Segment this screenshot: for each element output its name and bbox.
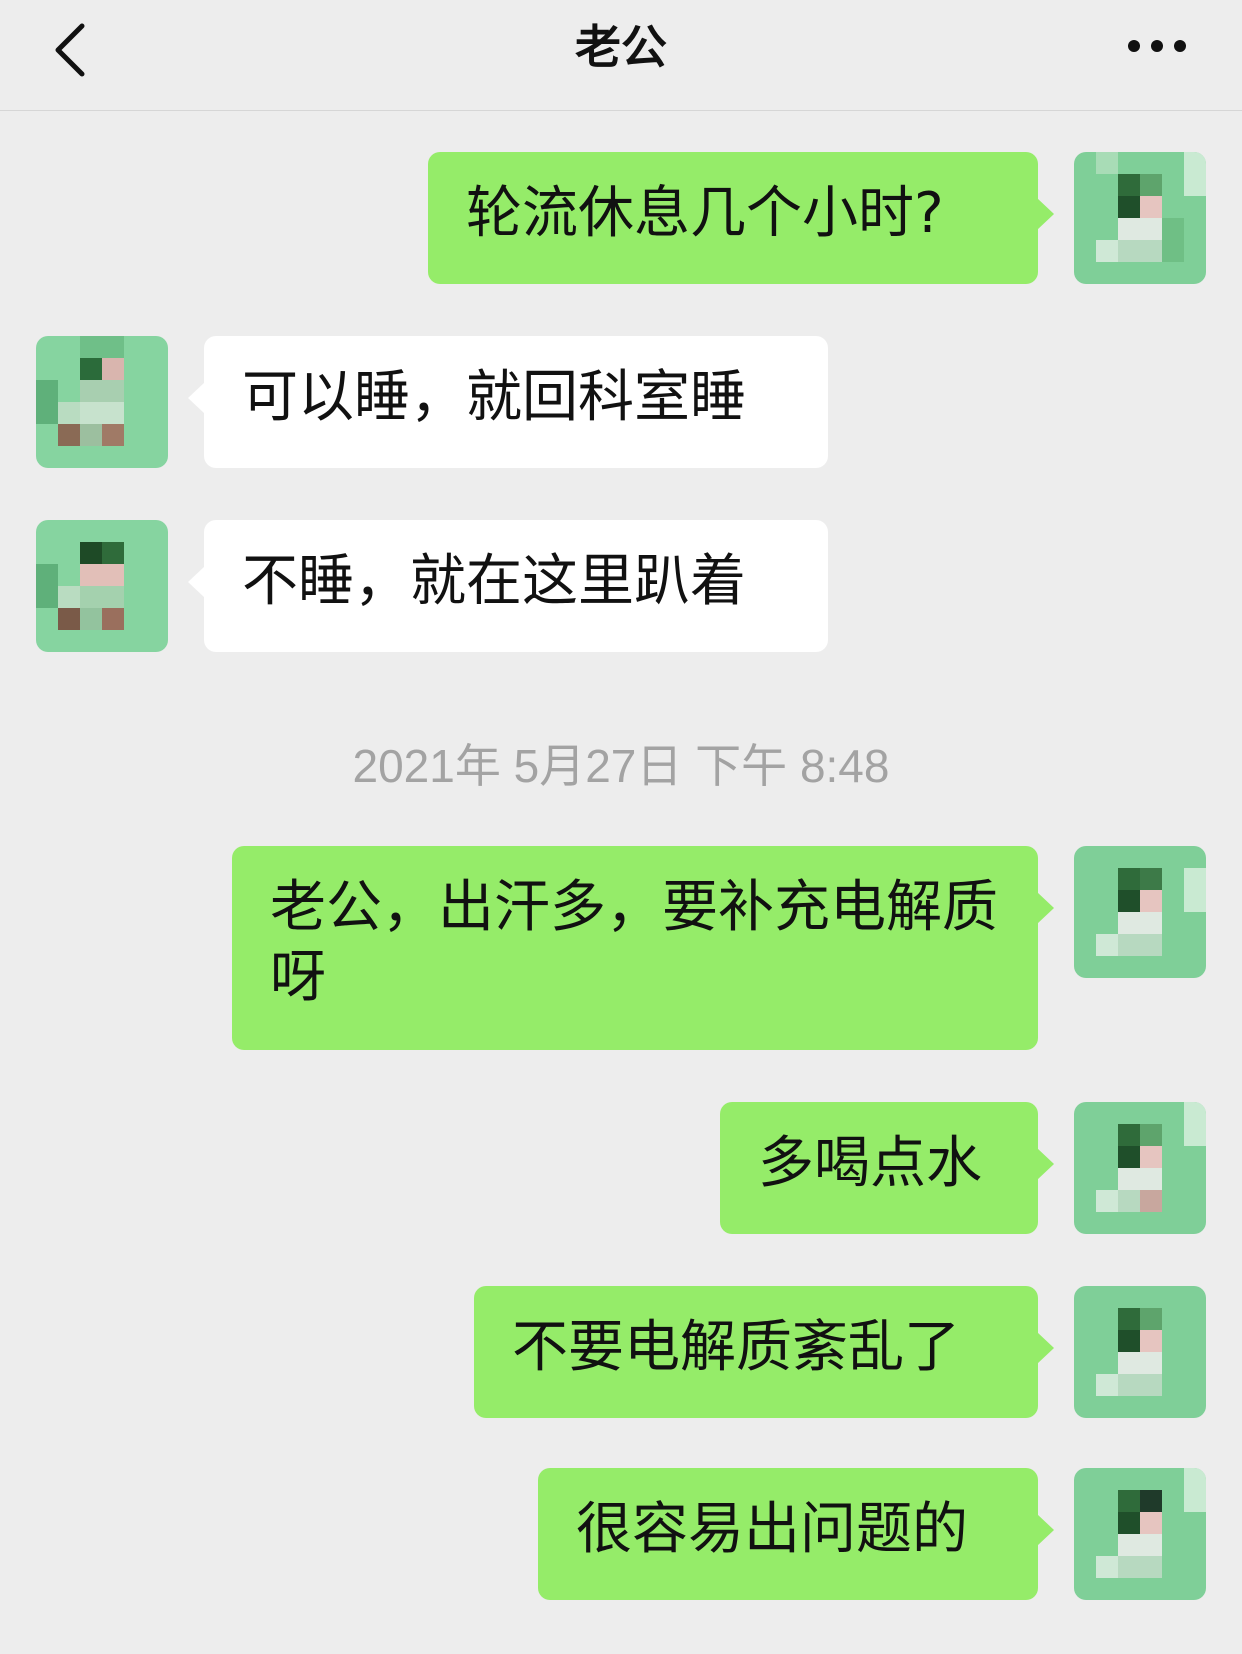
my-avatar[interactable]: [1074, 1468, 1206, 1600]
message-bubble-outgoing[interactable]: 老公，出汗多，要补充电解质呀: [232, 846, 1054, 1050]
my-avatar[interactable]: [1074, 846, 1206, 978]
message-bubble-incoming[interactable]: 不睡，就在这里趴着: [188, 520, 828, 652]
message-bubble-outgoing[interactable]: 轮流休息几个小时?: [428, 152, 1054, 284]
more-dots-icon: [1128, 40, 1186, 52]
contact-avatar[interactable]: [36, 336, 168, 468]
message-timestamp: 2021年 5月27日 下午 8:48: [352, 740, 890, 792]
message-bubble-outgoing[interactable]: 多喝点水: [720, 1102, 1054, 1234]
message-bubble-outgoing[interactable]: 很容易出问题的: [538, 1468, 1054, 1600]
my-avatar[interactable]: [1074, 1102, 1206, 1234]
message-bubble-outgoing[interactable]: 不要电解质紊乱了: [474, 1286, 1054, 1418]
navigation-bar: 老公: [0, 0, 1242, 111]
chat-title: 老公: [575, 20, 667, 74]
chat-area[interactable]: 轮流休息几个小时? 可以睡，就回科室睡 不睡，就在这里趴着 2021年 5月27…: [0, 110, 1242, 1654]
contact-avatar[interactable]: [36, 520, 168, 652]
more-options-button[interactable]: [1112, 16, 1202, 76]
message-bubble-incoming[interactable]: 可以睡，就回科室睡: [188, 336, 828, 468]
my-avatar[interactable]: [1074, 152, 1206, 284]
my-avatar[interactable]: [1074, 1286, 1206, 1418]
